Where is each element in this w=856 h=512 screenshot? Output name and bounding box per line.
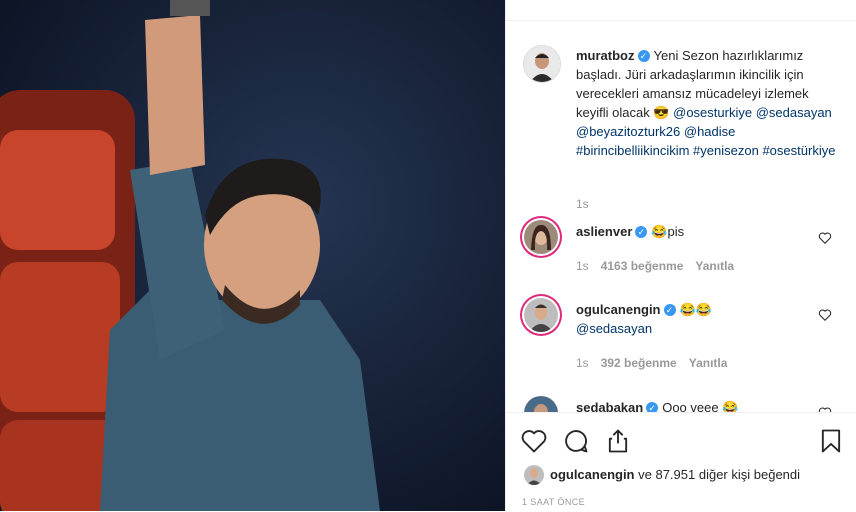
comment-text: 😂pis — [651, 224, 685, 239]
comment-icon[interactable] — [562, 427, 590, 455]
comment-username[interactable]: sedabakan — [576, 400, 643, 412]
share-icon[interactable] — [604, 427, 632, 455]
post-caption: muratboz ✓ Yeni Sezon hazırlıklarımız başl… — [576, 46, 838, 160]
panel-top-bar — [506, 0, 856, 21]
comment-meta: 1s 392 beğenme Yanıtla — [576, 356, 727, 370]
post-side-panel: muratboz ✓ Yeni Sezon hazırlıklarımız başl… — [505, 0, 856, 511]
comment-list-item: sedabakan ✓ Ooo veee 😂 — [576, 398, 806, 412]
comment-avatar[interactable] — [524, 298, 558, 332]
comment-avatar[interactable] — [524, 396, 558, 412]
comment-username[interactable]: aslienver — [576, 224, 632, 239]
post-photo — [0, 0, 505, 511]
comment-age: 1s — [576, 356, 589, 370]
caption-tag[interactable]: #birincibelliikincikim — [576, 143, 689, 158]
verified-badge-icon: ✓ — [663, 303, 676, 316]
comment-like-heart-icon[interactable] — [818, 308, 832, 322]
comment-avatar[interactable] — [524, 220, 558, 254]
comments-scroll-area[interactable]: muratboz ✓ Yeni Sezon hazırlıklarımız başl… — [506, 21, 856, 412]
likes-count-text[interactable]: ve 87.951 diğer kişi beğendi — [638, 467, 800, 482]
comment-list-item: ogulcanengin ✓ 😂😂 @sedasayan — [576, 300, 806, 338]
reply-button[interactable]: Yanıtla — [695, 259, 734, 273]
comment-likes[interactable]: 392 beğenme — [601, 356, 677, 370]
caption-tag[interactable]: @osesturkiye — [673, 105, 752, 120]
likes-summary: ogulcanengin ve 87.951 diğer kişi beğend… — [550, 467, 800, 482]
caption-tag[interactable]: #yenisezon — [693, 143, 759, 158]
post-timestamp: 1 SAAT ÖNCE — [522, 497, 586, 507]
comment-age: 1s — [576, 259, 589, 273]
liker-username[interactable]: ogulcanengin — [550, 467, 635, 482]
post-image[interactable] — [0, 0, 505, 511]
verified-badge-icon: ✓ — [646, 401, 659, 412]
post-age: 1s — [576, 197, 589, 211]
comment-text: Ooo veee 😂 — [662, 400, 739, 412]
comment-list-item: aslienver ✓ 😂pis — [576, 222, 806, 241]
caption-tag[interactable]: #osestürkiye — [762, 143, 835, 158]
comment-meta: 1s 4163 beğenme Yanıtla — [576, 259, 734, 273]
author-username[interactable]: muratboz — [576, 48, 635, 63]
comment-like-heart-icon[interactable] — [818, 231, 832, 245]
caption-tag[interactable]: @sedasayan — [756, 105, 832, 120]
verified-badge-icon: ✓ — [637, 49, 650, 62]
verified-badge-icon: ✓ — [635, 225, 648, 238]
post-actions: ogulcanengin ve 87.951 diğer kişi beğend… — [506, 412, 856, 512]
comment-mention[interactable]: @sedasayan — [576, 321, 652, 336]
liker-avatar[interactable] — [524, 465, 544, 485]
caption-tag[interactable]: @hadise — [684, 124, 736, 139]
author-avatar[interactable] — [523, 45, 561, 83]
comment-text: 😂😂 — [679, 302, 712, 317]
bookmark-icon[interactable] — [817, 427, 845, 455]
heart-icon[interactable] — [520, 427, 548, 455]
caption-tag[interactable]: @beyazitozturk26 — [576, 124, 680, 139]
comment-username[interactable]: ogulcanengin — [576, 302, 661, 317]
reply-button[interactable]: Yanıtla — [689, 356, 728, 370]
comment-likes[interactable]: 4163 beğenme — [601, 259, 684, 273]
